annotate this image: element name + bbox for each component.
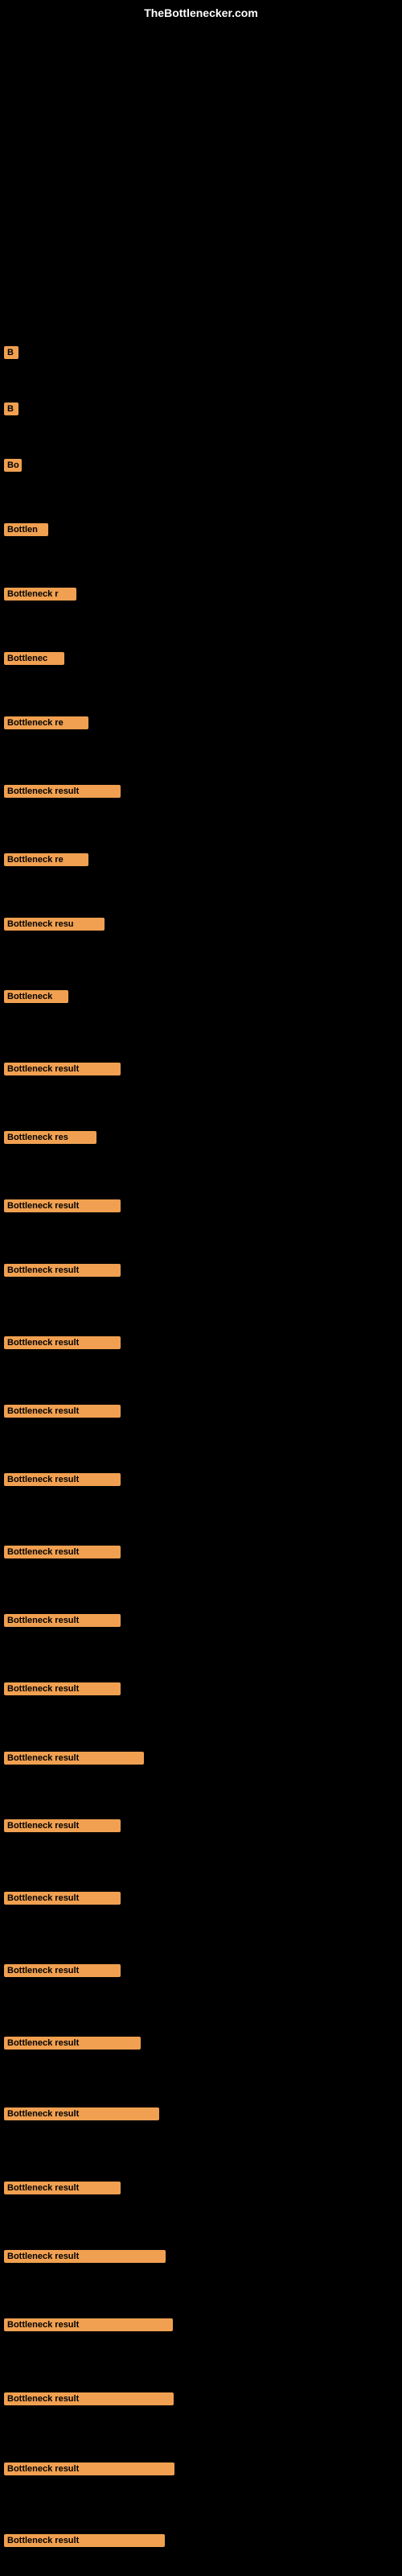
- label-17: Bottleneck result: [4, 1405, 121, 1418]
- label-23: Bottleneck result: [4, 1819, 121, 1832]
- label-9: Bottleneck re: [4, 853, 88, 866]
- label-33: Bottleneck result: [4, 2534, 165, 2547]
- site-title: TheBottlenecker.com: [144, 6, 258, 19]
- label-26: Bottleneck result: [4, 2037, 141, 2050]
- label-32: Bottleneck result: [4, 2462, 174, 2475]
- label-19: Bottleneck result: [4, 1546, 121, 1558]
- label-12: Bottleneck result: [4, 1063, 121, 1075]
- label-8: Bottleneck result: [4, 785, 121, 798]
- label-25: Bottleneck result: [4, 1964, 121, 1977]
- label-7: Bottleneck re: [4, 716, 88, 729]
- label-18: Bottleneck result: [4, 1473, 121, 1486]
- label-29: Bottleneck result: [4, 2250, 166, 2263]
- label-13: Bottleneck res: [4, 1131, 96, 1144]
- label-14: Bottleneck result: [4, 1199, 121, 1212]
- label-27: Bottleneck result: [4, 2107, 159, 2120]
- label-16: Bottleneck result: [4, 1336, 121, 1349]
- label-21: Bottleneck result: [4, 1682, 121, 1695]
- label-22: Bottleneck result: [4, 1752, 144, 1765]
- label-20: Bottleneck result: [4, 1614, 121, 1627]
- label-6: Bottlenec: [4, 652, 64, 665]
- label-5: Bottleneck r: [4, 588, 76, 601]
- label-11: Bottleneck: [4, 990, 68, 1003]
- label-1: B: [4, 346, 18, 359]
- label-10: Bottleneck resu: [4, 918, 105, 931]
- label-15: Bottleneck result: [4, 1264, 121, 1277]
- label-3: Bo: [4, 459, 22, 472]
- label-24: Bottleneck result: [4, 1892, 121, 1905]
- label-28: Bottleneck result: [4, 2182, 121, 2194]
- label-4: Bottlen: [4, 523, 48, 536]
- label-2: B: [4, 402, 18, 415]
- label-30: Bottleneck result: [4, 2318, 173, 2331]
- label-31: Bottleneck result: [4, 2392, 174, 2405]
